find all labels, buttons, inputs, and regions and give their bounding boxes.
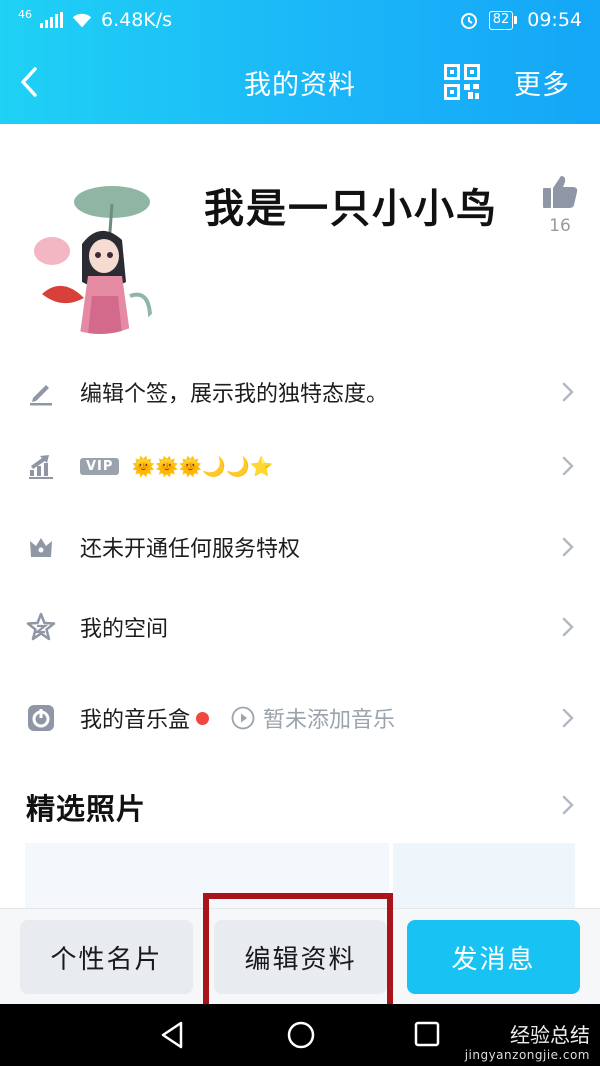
highlight-box — [203, 893, 393, 1021]
profile-card: 我是一只小小鸟 16 — [0, 124, 600, 340]
vip-badge: VIP — [80, 457, 120, 475]
wifi-icon — [72, 13, 92, 28]
star-icon — [26, 612, 56, 642]
music-row[interactable]: 我的音乐盒 暂未添加音乐 — [0, 678, 600, 758]
pencil-icon — [26, 377, 56, 407]
vip-row[interactable]: VIP 🌞🌞🌞🌙🌙⭐ — [0, 426, 600, 506]
network-speed: 6.48K/s — [101, 9, 173, 31]
page-title: 我的资料 — [244, 69, 356, 101]
music-status-text: 暂未添加音乐 — [263, 708, 396, 733]
music-text: 我的音乐盒 — [80, 708, 191, 733]
privilege-text: 还未开通任何服务特权 — [80, 537, 301, 562]
space-row[interactable]: 我的空间 — [0, 587, 600, 667]
vip-info: VIP 🌞🌞🌞🌙🌙⭐ — [80, 455, 273, 478]
watermark-title: 经验总结 — [510, 1023, 590, 1047]
chevron-right-icon — [562, 456, 574, 476]
music-info: 我的音乐盒 暂未添加音乐 — [80, 702, 395, 734]
avatar[interactable] — [22, 176, 178, 334]
chevron-right-icon — [562, 537, 574, 557]
level-up-icon — [26, 451, 56, 481]
privilege-row[interactable]: 还未开通任何服务特权 — [0, 507, 600, 587]
like-count: 16 — [549, 216, 571, 236]
new-dot — [196, 711, 210, 725]
chevron-right-icon — [562, 617, 574, 637]
back-triangle-icon[interactable] — [158, 1020, 186, 1050]
photos-title: 精选照片 — [26, 792, 147, 826]
watermark-url: jingyanzongjie.com — [464, 1048, 590, 1062]
vip-level-icons: 🌞🌞🌞🌙🌙⭐ — [131, 455, 274, 478]
photo-thumbnail[interactable] — [393, 843, 575, 913]
like-button[interactable]: 16 — [538, 174, 582, 236]
more-button[interactable]: 更多 — [514, 63, 570, 102]
battery-icon: 82 — [488, 10, 518, 30]
home-circle-icon[interactable] — [286, 1020, 316, 1050]
signal-icon — [40, 12, 63, 28]
nickname: 我是一只小小鸟 — [204, 186, 498, 232]
nav-bar: 我的资料 更多 — [0, 50, 600, 114]
network-type: 46 — [18, 7, 32, 21]
recents-square-icon[interactable] — [413, 1020, 441, 1048]
thumbs-up-icon — [543, 176, 578, 208]
signature-row[interactable]: 编辑个签，展示我的独特态度。 — [0, 352, 600, 432]
send-message-button[interactable]: 发消息 — [407, 920, 580, 994]
header: 46 6.48K/s 82 09:54 我的资料 更多 — [0, 0, 600, 124]
alarm-icon — [460, 13, 477, 29]
signature-text: 编辑个签，展示我的独特态度。 — [80, 382, 389, 407]
clock: 09:54 — [527, 9, 582, 31]
crown-icon — [26, 532, 56, 562]
system-nav-bar: 经验总结 jingyanzongjie.com — [0, 1004, 600, 1066]
qr-code-icon[interactable] — [444, 64, 480, 100]
status-bar: 46 6.48K/s 82 09:54 — [0, 0, 600, 40]
space-text: 我的空间 — [80, 617, 169, 642]
chevron-right-icon[interactable] — [558, 790, 578, 820]
music-status: 暂未添加音乐 — [231, 702, 395, 734]
avatar-illustration — [22, 176, 178, 334]
watermark: 经验总结 jingyanzongjie.com — [465, 1019, 590, 1062]
chevron-right-icon — [562, 708, 574, 728]
profile-card-button[interactable]: 个性名片 — [20, 920, 193, 994]
battery-level: 82 — [488, 10, 514, 30]
chevron-right-icon — [562, 382, 574, 402]
play-icon — [231, 706, 255, 730]
music-box-icon — [26, 703, 56, 733]
